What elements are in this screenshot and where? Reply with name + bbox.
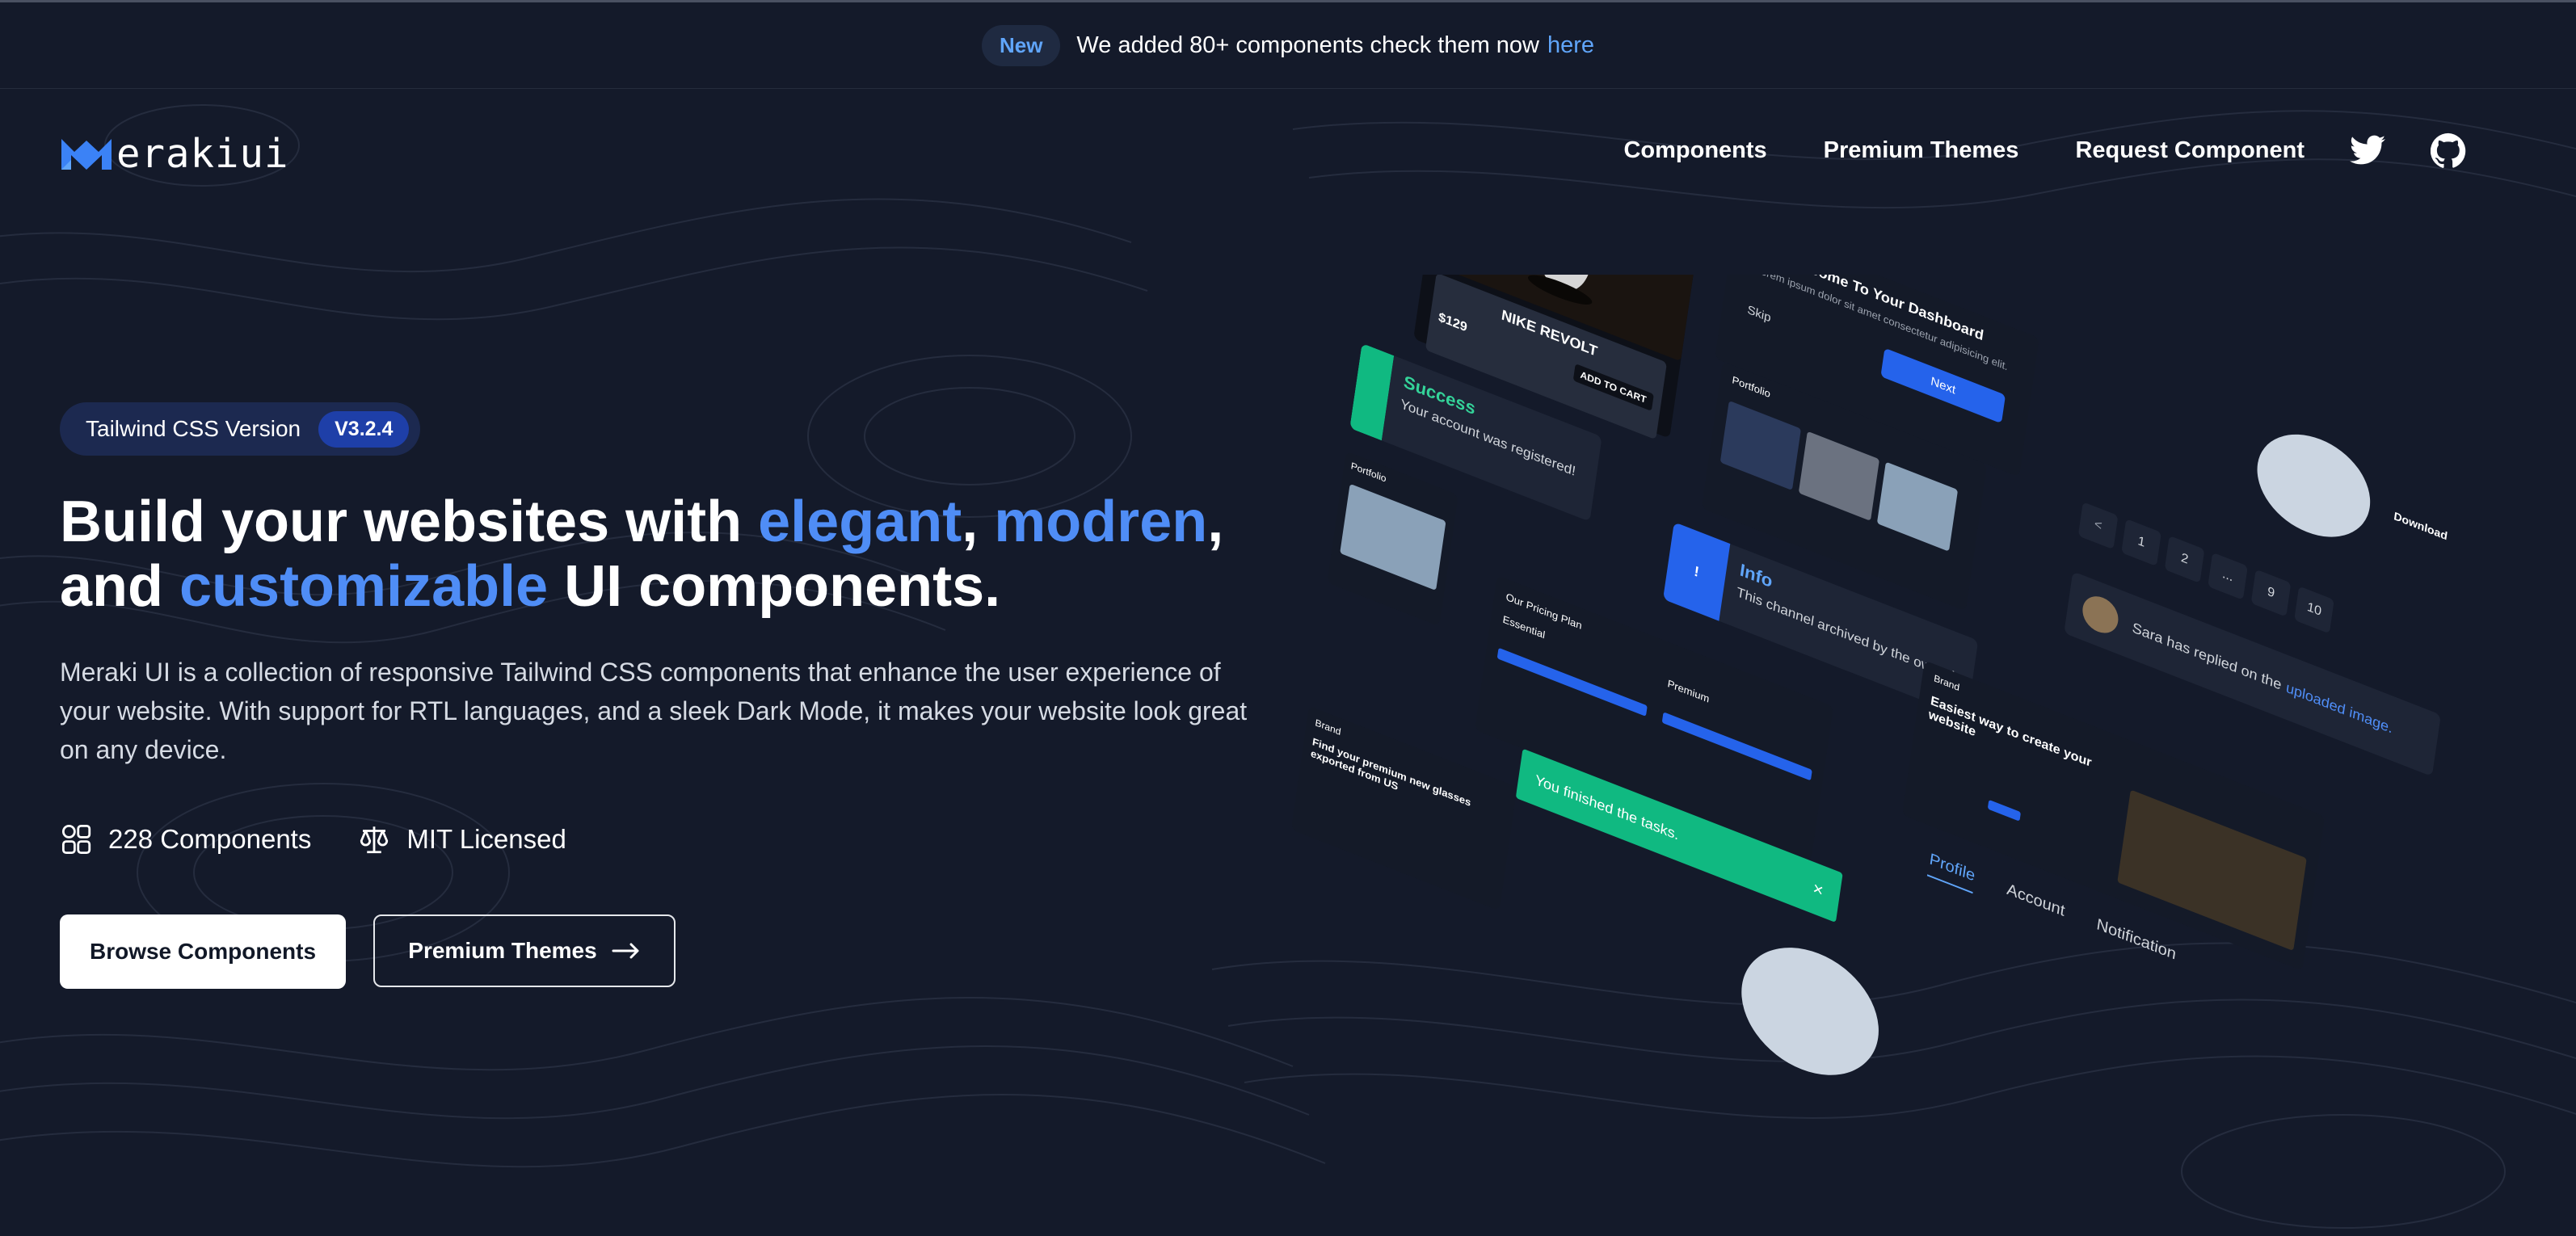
stat-license-label: MIT Licensed [406,824,566,854]
showcase-stage: NIKE REVOLT $129 ADD TO CART Welcome To … [1290,275,2477,1091]
hero-actions: Browse Components Premium Themes [60,914,676,989]
stat-license: MIT Licensed [356,822,566,856]
hero-component-button[interactable] [1987,799,2022,822]
plan-premium-button[interactable] [1661,712,1812,781]
page-prev[interactable]: < [2077,502,2119,550]
arrow-right-icon [612,943,639,959]
hero-stats: 228 Components MIT Licensed [60,822,612,856]
nav-components[interactable]: Components [1623,137,1766,164]
logo[interactable]: erakiui [60,131,289,177]
component-showcase: NIKE REVOLT $129 ADD TO CART Welcome To … [1290,275,2477,1091]
announcement-text: We added 80+ components check them now [1076,32,1539,58]
tab-account[interactable]: Account [2005,881,2066,928]
hero-description: Meraki UI is a collection of responsive … [60,658,1248,764]
announcement-bar: New We added 80+ components check them n… [0,0,2576,89]
stat-components-label: 228 Components [108,824,312,854]
page-2[interactable]: 2 [2164,535,2205,583]
product-price: $129 [1437,310,1468,335]
close-icon[interactable]: × [1812,877,1825,902]
page-ellipsis: ... [2208,552,2248,600]
tab-notification[interactable]: Notification [2094,915,2177,972]
reply-link[interactable]: uploaded image. [2285,679,2394,736]
portfolio-image [1719,400,1801,491]
tailwind-version-pill: Tailwind CSS Version V3.2.4 [60,402,421,456]
reply-text: Sara has replied on the [2131,619,2283,693]
stat-components: 228 Components [60,822,311,856]
nav-request-component[interactable]: Request Component [2075,137,2305,164]
skip-button[interactable]: Skip [1746,303,1771,326]
info-icon: ! [1663,522,1731,621]
scale-icon [360,826,389,854]
portfolio-image [1798,431,1880,521]
title-text: UI components. [548,554,1001,619]
grid-icon [61,824,91,855]
portfolio-image [1876,461,1959,552]
main-nav: Components Premium Themes Request Compon… [1567,132,2466,168]
page-9[interactable]: 9 [2250,569,2292,617]
tab-profile[interactable]: Profile [1926,850,1976,894]
announcement: We added 80+ components check them now h… [1076,32,1594,59]
nav-premium-themes[interactable]: Premium Themes [1824,137,2019,164]
title-text: , [1207,490,1224,554]
version-label: Tailwind CSS Version [86,416,301,441]
plan-essential-button[interactable] [1496,647,1648,717]
premium-themes-button-label: Premium Themes [408,938,597,963]
github-icon[interactable] [2431,132,2466,168]
premium-themes-button[interactable]: Premium Themes [373,914,676,987]
download-label: Download [2393,509,2449,543]
title-highlight-customizable: customizable [179,554,549,619]
portfolio-side: Portfolio [1327,451,1458,627]
phone-photo [2250,417,2377,554]
page-1[interactable]: 1 [2121,519,2161,567]
phone-photo-bottom [1733,927,1887,1091]
hero-title: Build your websites with elegant, modren… [60,490,1272,619]
announcement-link[interactable]: here [1547,32,1594,59]
page-10[interactable]: 10 [2294,586,2334,634]
logo-mark-icon [61,138,112,170]
new-badge: New [981,24,1061,66]
twitter-icon[interactable] [2350,135,2385,166]
browse-components-button[interactable]: Browse Components [60,914,346,989]
glasses-hero-card: Brand Find your premium new glasses expo… [1290,705,1517,911]
title-text: and [60,554,180,619]
title-highlight-elegant: elegant [758,490,962,554]
avatar [2080,591,2121,639]
version-badge: V3.2.4 [318,410,410,448]
title-highlight-modren: modren [994,490,1208,554]
title-text: , [962,490,995,554]
title-text: Build your websites with [60,490,759,554]
logo-wordmark: erakiui [116,131,289,177]
site-header: erakiui Components Premium Themes Reques… [0,86,2576,215]
